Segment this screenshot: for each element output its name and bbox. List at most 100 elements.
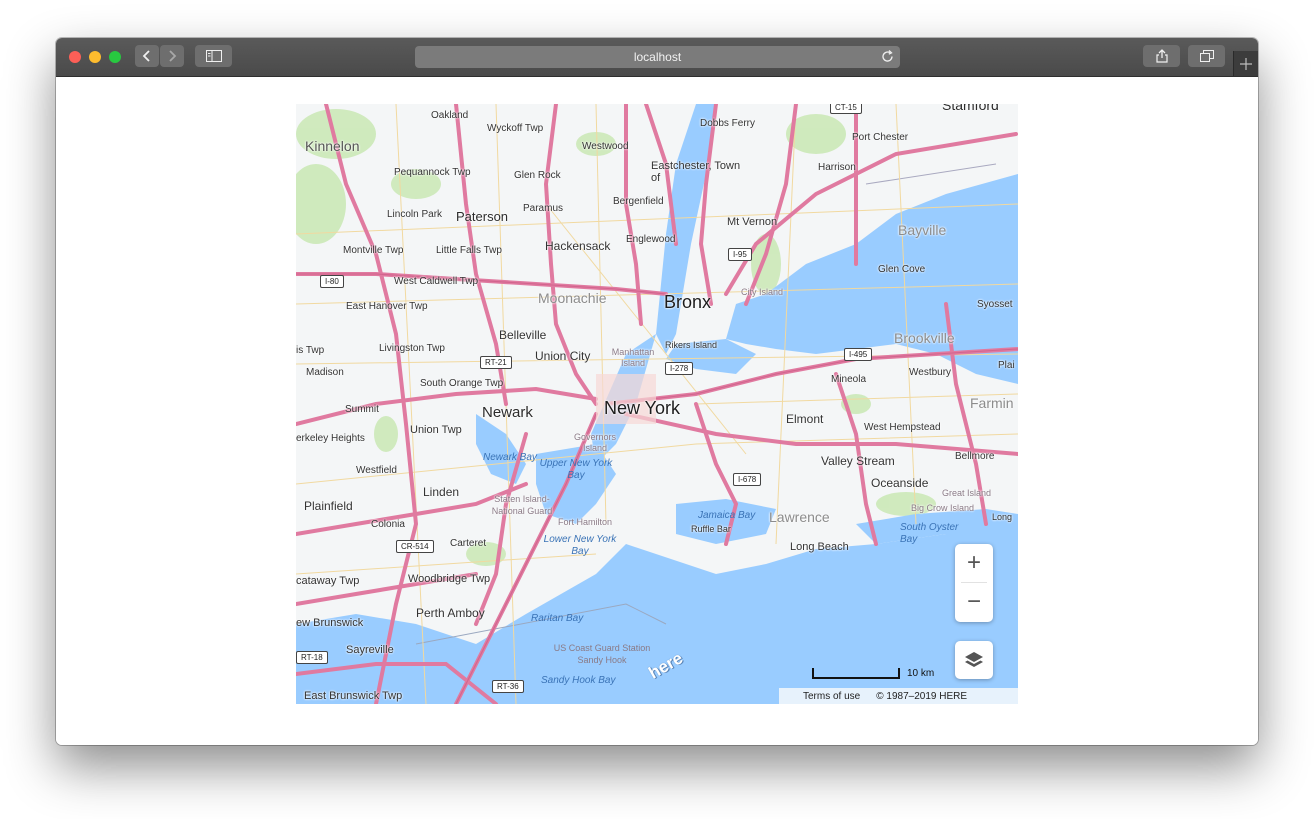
map-label: Mineola	[831, 374, 867, 385]
minimize-window-button[interactable]	[89, 51, 101, 63]
share-icon	[1155, 49, 1168, 63]
map-label: West Caldwell Twp	[394, 276, 479, 287]
map-label: Pequannock Twp	[394, 167, 471, 178]
map-label: Mt Vernon	[727, 216, 778, 228]
copyright-text: © 1987–2019 HERE	[876, 690, 968, 702]
map-label: Livingston Twp	[379, 343, 445, 354]
browser-titlebar: localhost	[56, 38, 1258, 77]
map-label: Plainfield	[304, 499, 353, 513]
chevron-right-icon	[169, 50, 177, 62]
reload-icon[interactable]	[882, 50, 894, 68]
map-label: Glen Cove	[878, 264, 926, 275]
map-label: Upper New York Bay	[539, 458, 613, 481]
map-label: Oceanside	[871, 476, 929, 490]
map-label: Lincoln Park	[387, 209, 443, 220]
zoom-window-button[interactable]	[109, 51, 121, 63]
tabs-overview-button[interactable]	[1188, 45, 1225, 67]
map-label: Eastchester, Town of	[651, 160, 741, 184]
layers-icon	[965, 652, 983, 667]
terms-of-use-link[interactable]: Terms of use	[803, 691, 860, 702]
map-label: Lawrence	[769, 509, 830, 525]
chevron-left-icon	[142, 50, 150, 62]
map-label: cataway Twp	[296, 575, 360, 587]
map-label: Englewood	[626, 234, 676, 245]
map-label: West Hempstead	[864, 422, 941, 433]
road-shield: I-278	[665, 362, 694, 375]
map-label: Fort Hamilton	[558, 517, 613, 527]
map-label: Newark Bay	[483, 452, 537, 463]
map-label: Carteret	[450, 538, 487, 549]
map-label: East Brunswick Twp	[304, 690, 403, 702]
map-label: Valley Stream	[821, 454, 895, 468]
new-tab-button[interactable]	[1233, 51, 1258, 76]
share-button[interactable]	[1143, 45, 1180, 67]
map-label: is Twp	[296, 345, 325, 356]
map-label: Brookville	[894, 330, 955, 346]
map-view[interactable]: Oakland Wyckoff Twp Dobbs Ferry Stamford…	[296, 104, 1018, 704]
map-label: Westwood	[582, 141, 629, 152]
map-label: Madison	[306, 367, 344, 378]
map-label: Bergenfield	[613, 196, 664, 207]
road-shield: RT-36	[492, 680, 524, 693]
map-label: Long	[992, 512, 1013, 522]
address-bar[interactable]: localhost	[415, 46, 900, 68]
tabs-overview-icon	[1199, 50, 1214, 62]
sidebar-toggle-button[interactable]	[195, 45, 232, 67]
map-label: Elmont	[786, 412, 824, 426]
road-shield: CR-514	[396, 540, 434, 553]
map-label: Sayreville	[346, 644, 394, 656]
map-label: Montville Twp	[343, 245, 404, 256]
zoom-control: + −	[955, 544, 993, 622]
map-label: Wyckoff Twp	[487, 123, 544, 134]
map-label: Kinnelon	[305, 138, 360, 154]
map-label: Jamaica Bay	[698, 510, 756, 521]
map-label: Belleville	[499, 328, 547, 342]
map-label: Rikers Island	[665, 340, 718, 350]
map-label: Summit	[345, 404, 379, 415]
road-shield: I-95	[728, 248, 752, 261]
zoom-out-button[interactable]: −	[955, 583, 993, 621]
map-label: East Hanover Twp	[346, 301, 428, 312]
map-label: Bronx	[664, 292, 712, 312]
map-label: Bellmore	[955, 451, 995, 462]
zoom-in-button[interactable]: +	[955, 544, 993, 582]
sidebar-icon	[205, 50, 222, 62]
map-label: Union City	[535, 349, 591, 363]
road-shield: I-678	[733, 473, 762, 486]
map-label: Sandy Hook Bay	[541, 675, 616, 686]
close-window-button[interactable]	[69, 51, 81, 63]
map-label: Syosset	[977, 299, 1013, 310]
map-label: Governors Island	[573, 432, 617, 453]
plus-icon	[1240, 57, 1252, 70]
map-label: US Coast Guard Station Sandy Hook	[553, 643, 651, 665]
map-label: Lower New York Bay	[543, 534, 617, 557]
map-label: Woodbridge Twp	[408, 573, 491, 585]
page-content: Oakland Wyckoff Twp Dobbs Ferry Stamford…	[56, 77, 1258, 745]
map-label: Raritan Bay	[531, 613, 584, 624]
map-label: Dobbs Ferry	[700, 118, 756, 129]
map-label: Stamford	[942, 104, 999, 113]
map-label: Linden	[423, 485, 460, 499]
back-button[interactable]	[135, 45, 159, 67]
map-label: Big Crow Island	[911, 503, 975, 513]
road-shield: RT-18	[296, 651, 328, 664]
map-label: Staten Island-National Guard	[491, 494, 553, 516]
road-shield: I-80	[320, 275, 344, 288]
map-label: Union Twp	[410, 424, 462, 436]
map-label: Perth Amboy	[416, 606, 485, 620]
map-layers-button[interactable]	[955, 641, 993, 679]
map-attribution: Terms of use © 1987–2019 HERE	[779, 688, 1018, 704]
forward-button[interactable]	[160, 45, 184, 67]
map-label: Westbury	[909, 367, 952, 378]
map-label: Glen Rock	[514, 170, 561, 181]
road-shield: RT-21	[480, 356, 512, 369]
map-label: Great Island	[942, 488, 992, 498]
map-label: Newark	[482, 404, 533, 421]
map-label: erkeley Heights	[296, 433, 365, 444]
scale-label: 10 km	[907, 668, 935, 679]
map-label: Farmin	[970, 395, 1014, 411]
map-label: Colonia	[371, 519, 405, 530]
road-shield: I-495	[844, 348, 873, 361]
browser-window: localhost Oakland Wyckoff Twp Dobbs Ferr…	[56, 38, 1258, 745]
map-label: Manhattan Island	[611, 347, 655, 368]
